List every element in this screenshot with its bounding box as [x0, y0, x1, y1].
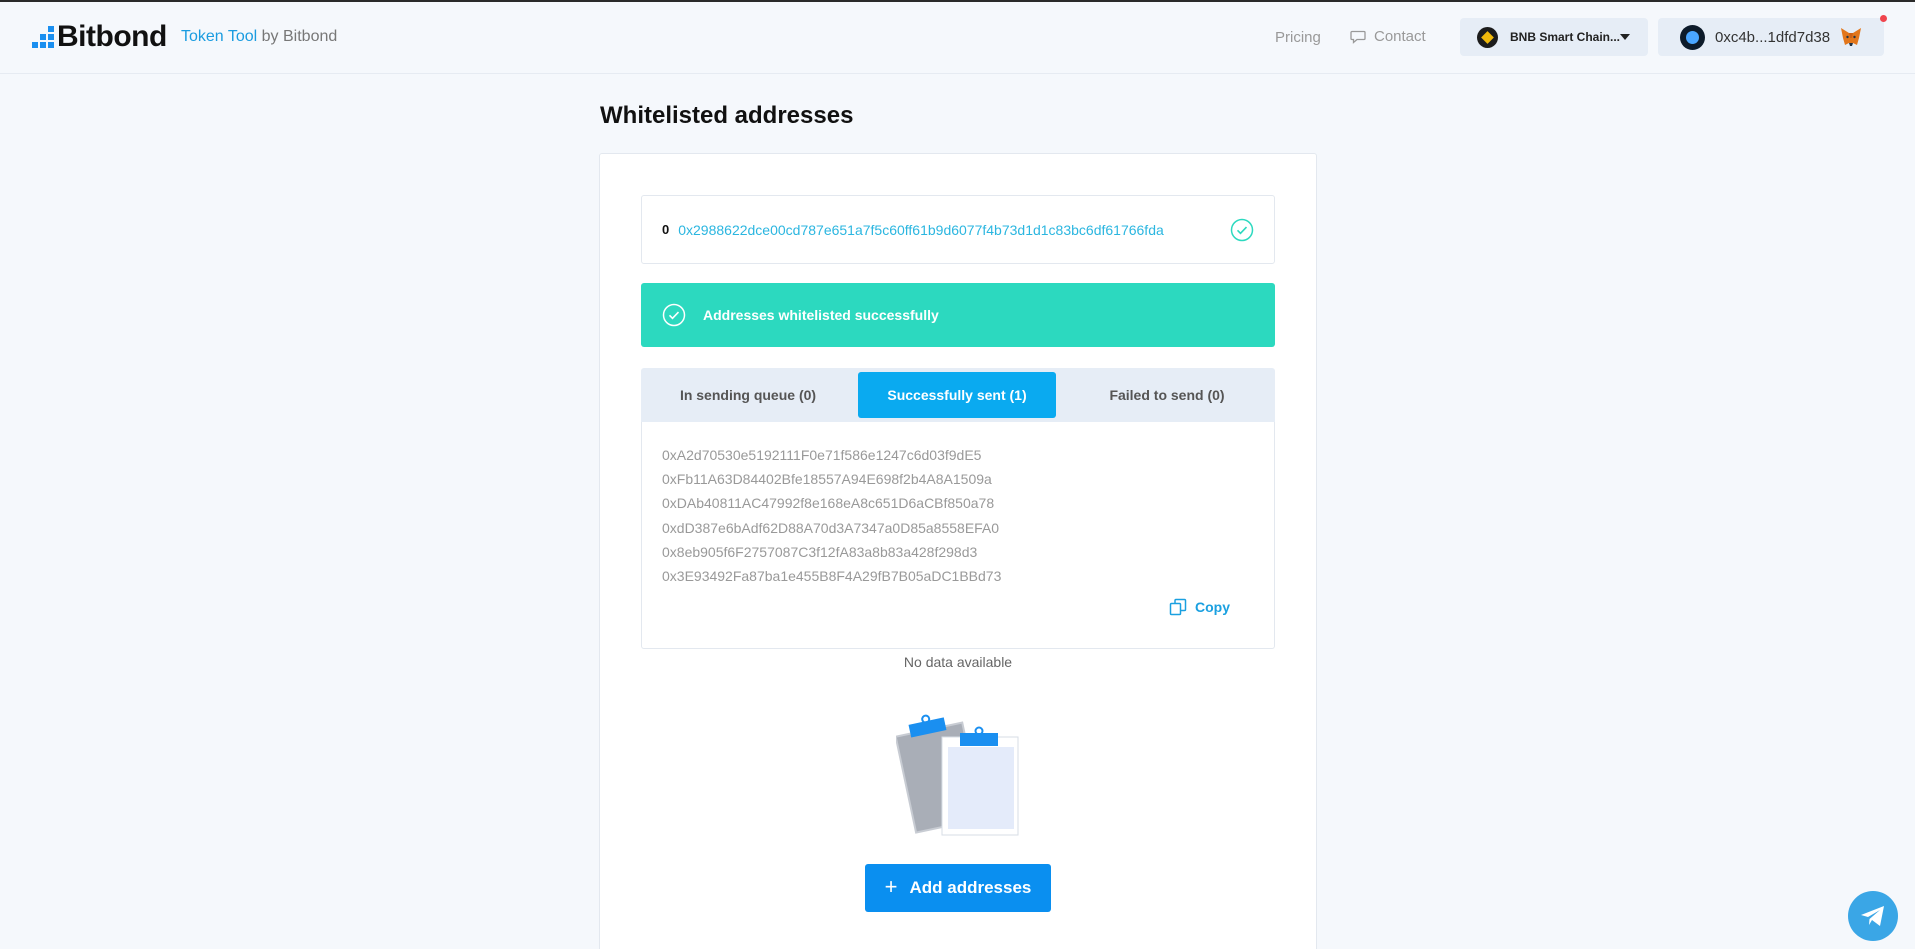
- bitbond-logo-icon: [32, 26, 54, 48]
- add-addresses-label: Add addresses: [909, 878, 1032, 897]
- page-title: Whitelisted addresses: [600, 102, 854, 129]
- address-item: 0xA2d70530e5192111F0e71f586e1247c6d03f9d…: [662, 447, 982, 463]
- subtitle-by: by Bitbond: [261, 28, 338, 45]
- chat-bubble-icon: [1350, 30, 1366, 44]
- nav-pricing-link[interactable]: Pricing: [1275, 29, 1321, 46]
- empty-clipboard-illustration: [896, 714, 1019, 836]
- address-item: 0x3E93492Fa87ba1e455B8F4A29fB7B05aDC1BBd…: [662, 568, 1002, 585]
- address-list: 0xA2d70530e5192111F0e71f586e1247c6d03f9d…: [662, 443, 1001, 588]
- caret-down-icon: [1620, 34, 1630, 40]
- address-item: 0xDAb40811AC47992f8e168eA8c651D6aCBf850a…: [662, 495, 995, 512]
- address-item: 0xFb11A63D84402Bfe18557A94E698f2b4A8A150…: [662, 471, 992, 488]
- address-item: 0xdD387e6bAdf62D88A70d3A7347a0D85a8558EF…: [662, 519, 1000, 536]
- addresses-panel: 0xA2d70530e5192111F0e71f586e1247c6d03f9d…: [641, 422, 1275, 649]
- bnb-icon: [1477, 26, 1498, 48]
- whitelist-card: 0 0x2988622dce00cd787e651a7f5c60ff61b9d6…: [599, 153, 1317, 949]
- tab-successfully-sent[interactable]: Successfully sent (1): [858, 372, 1056, 418]
- transaction-index: 0: [662, 222, 670, 237]
- copy-label: Copy: [1195, 599, 1230, 615]
- empty-state-text: No data available: [903, 654, 1013, 670]
- metamask-fox-icon: [1841, 28, 1861, 46]
- contact-label: Contact: [1374, 28, 1426, 45]
- transaction-row: 0 0x2988622dce00cd787e651a7f5c60ff61b9d6…: [641, 195, 1275, 264]
- network-selector[interactable]: BNB Smart Chain...: [1460, 18, 1648, 56]
- success-banner: Addresses whitelisted successfully: [641, 283, 1275, 347]
- wallet-avatar: [1680, 24, 1705, 50]
- top-header: Bitbond Token Tool by Bitbond Pricing Co…: [0, 2, 1915, 74]
- check-circle-icon: [1230, 218, 1254, 242]
- transaction-hash-link[interactable]: 0x2988622dce00cd787e651a7f5c60ff61b9d607…: [678, 222, 1164, 238]
- plus-icon: +: [884, 874, 898, 899]
- notification-dot: [1880, 15, 1887, 22]
- address-item: 0x8eb905f6F2757087C3f12fA83a8b83a428f298…: [662, 543, 978, 560]
- telegram-icon: [1861, 906, 1884, 926]
- copy-icon: [1169, 598, 1187, 616]
- tab-in-sending-queue[interactable]: In sending queue (0): [645, 372, 851, 418]
- tab-failed-to-send[interactable]: Failed to send (0): [1063, 372, 1271, 418]
- app-subtitle: Token Tool by Bitbond: [181, 28, 337, 46]
- subtitle-tool: Token Tool: [181, 28, 258, 45]
- check-circle-icon: [662, 303, 686, 327]
- copy-button[interactable]: Copy: [1169, 598, 1230, 616]
- status-tabs: In sending queue (0) Successfully sent (…: [641, 368, 1275, 422]
- nav-contact-link[interactable]: Contact: [1350, 28, 1426, 45]
- add-addresses-button[interactable]: + Add addresses: [865, 864, 1051, 912]
- telegram-button[interactable]: [1848, 891, 1898, 941]
- wallet-address: 0xc4b...1dfd7d38: [1715, 28, 1831, 46]
- success-banner-text: Addresses whitelisted successfully: [703, 307, 939, 323]
- logo-text: Bitbond: [57, 20, 167, 53]
- wallet-button[interactable]: 0xc4b...1dfd7d38: [1658, 18, 1884, 56]
- bitbond-logo[interactable]: Bitbond: [32, 20, 167, 54]
- network-label: BNB Smart Chain...: [1510, 30, 1621, 44]
